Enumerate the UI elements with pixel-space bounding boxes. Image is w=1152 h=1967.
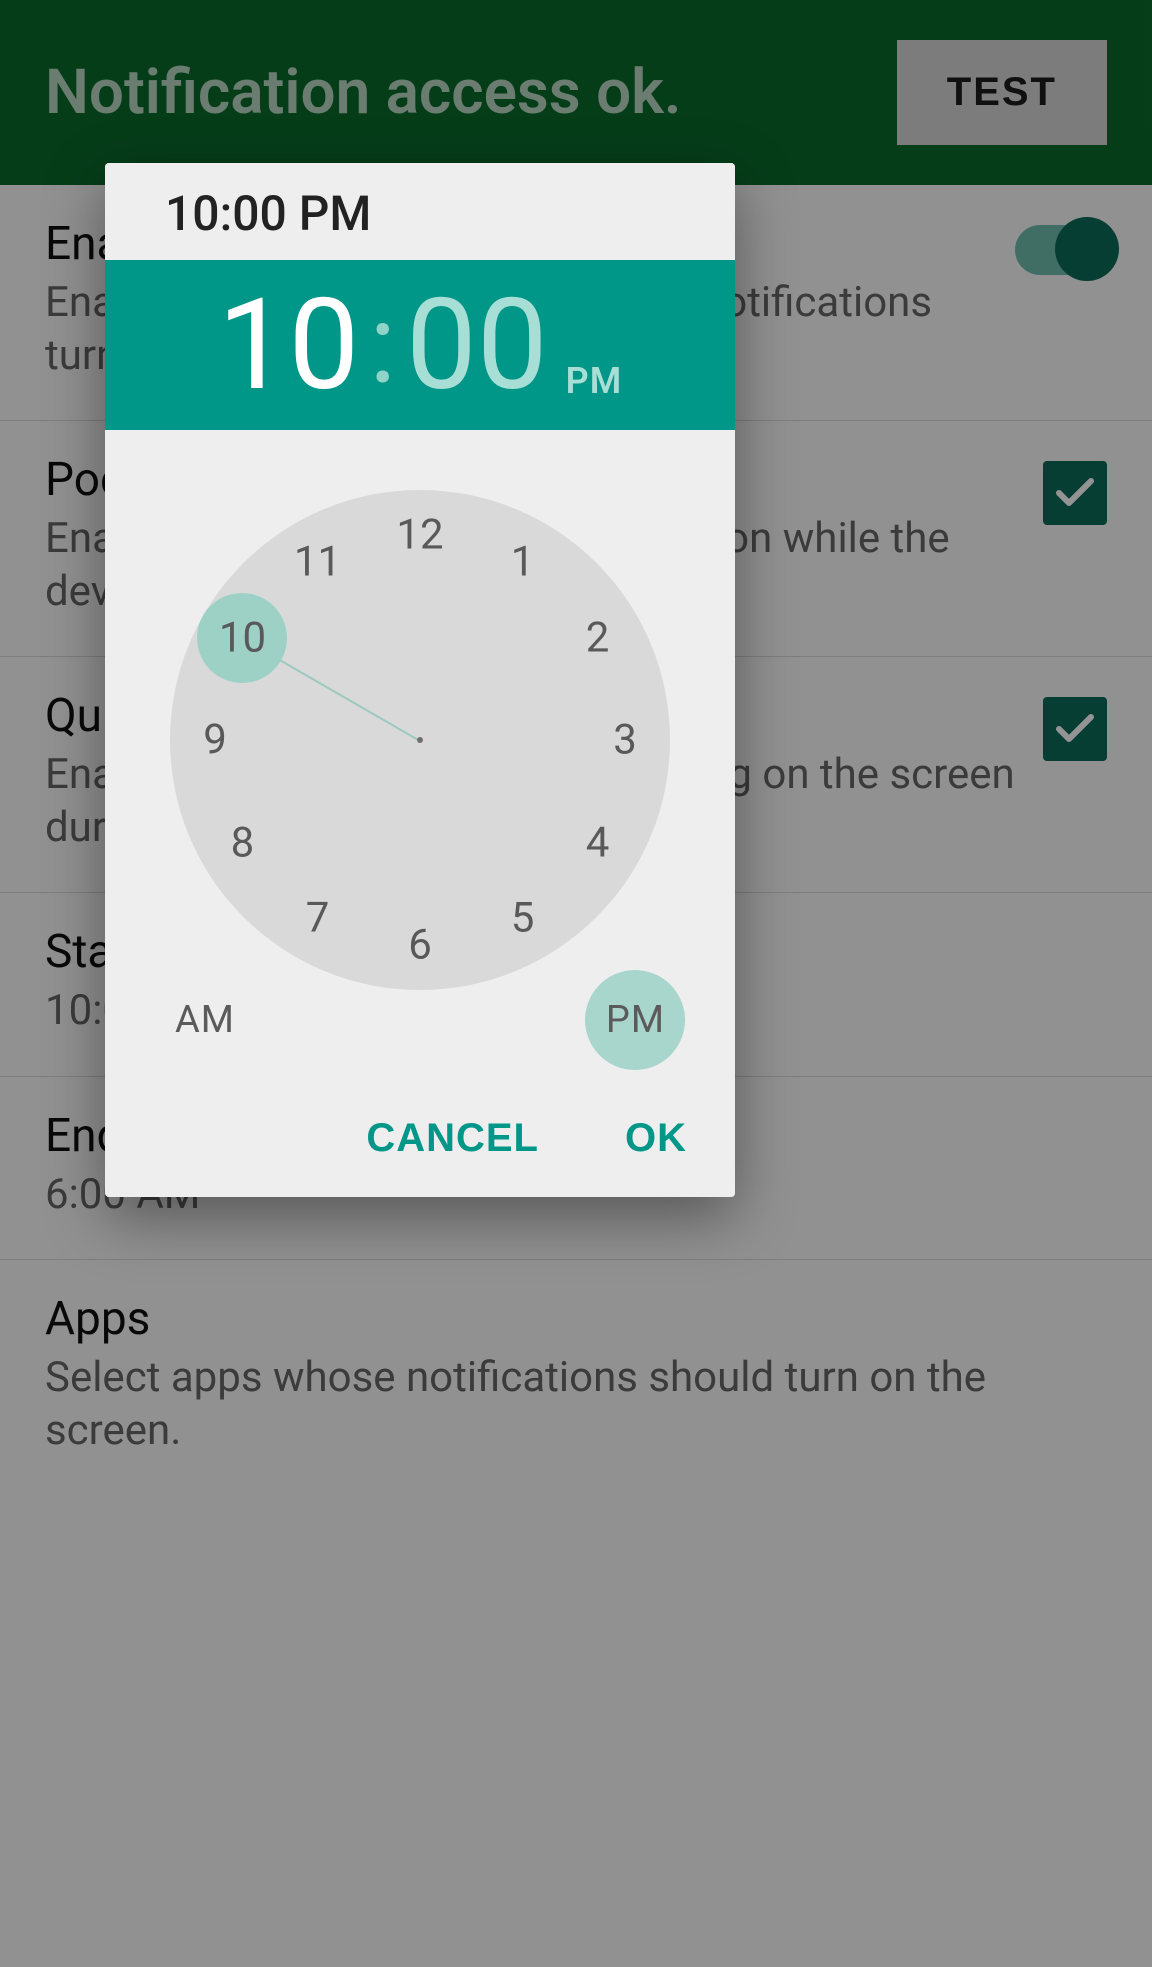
- clock-number-2[interactable]: 2: [586, 613, 610, 662]
- clock-number-5[interactable]: 5: [511, 893, 535, 942]
- pm-label: PM: [606, 998, 665, 1042]
- dialog-actions: CANCEL OK: [105, 1090, 735, 1197]
- clock-number-8[interactable]: 8: [231, 818, 255, 867]
- clock-number-3[interactable]: 3: [613, 716, 637, 765]
- clock-number-4[interactable]: 4: [586, 818, 610, 867]
- dialog-title: 10:00 PM: [105, 163, 735, 260]
- ok-button[interactable]: OK: [625, 1116, 687, 1161]
- clock-number-6[interactable]: 6: [408, 921, 432, 970]
- pm-button[interactable]: PM: [606, 998, 665, 1042]
- clock-number-1[interactable]: 1: [511, 538, 535, 587]
- clock-face[interactable]: 121234567891011: [170, 490, 670, 990]
- clock-number-9[interactable]: 9: [203, 716, 227, 765]
- clock-number-10[interactable]: 10: [219, 613, 266, 662]
- clock-area: 121234567891011 AM PM: [105, 430, 735, 1090]
- time-colon: :: [369, 290, 396, 400]
- ampm-row: AM PM: [105, 970, 735, 1070]
- time-picker-dialog: 10:00 PM 10 : 00 PM 121234567891011 AM P…: [105, 163, 735, 1197]
- time-header: 10 : 00 PM: [105, 260, 735, 430]
- clock-number-12[interactable]: 12: [396, 511, 443, 560]
- hour-display[interactable]: 10: [218, 282, 360, 408]
- am-button[interactable]: AM: [175, 998, 235, 1042]
- clock-center: [417, 737, 423, 743]
- clock-number-11[interactable]: 11: [294, 538, 341, 587]
- cancel-button[interactable]: CANCEL: [366, 1116, 539, 1161]
- ampm-display[interactable]: PM: [566, 360, 623, 402]
- minute-display[interactable]: 00: [406, 282, 548, 408]
- clock-number-7[interactable]: 7: [306, 893, 330, 942]
